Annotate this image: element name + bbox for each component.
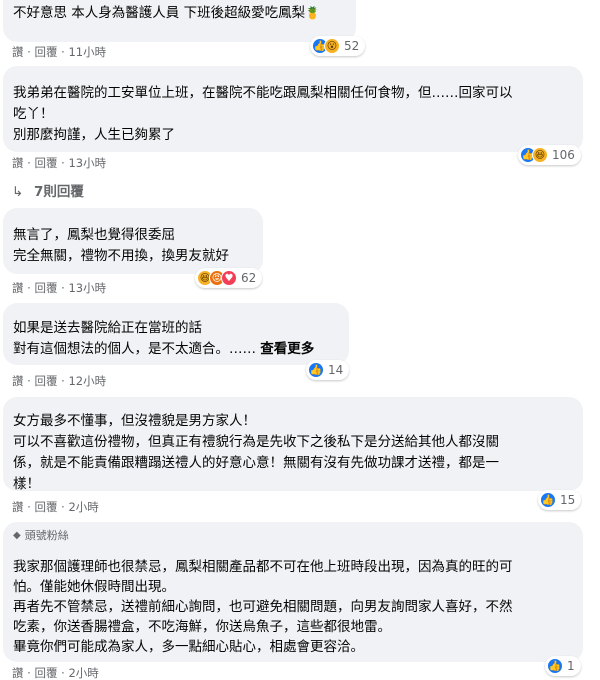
- reaction-count: 1: [567, 659, 575, 673]
- timestamp[interactable]: 13小時: [68, 156, 106, 170]
- timestamp[interactable]: 11小時: [68, 45, 106, 59]
- like-link[interactable]: 讚: [12, 374, 24, 388]
- comment-text: 女方最多不懂事，但沒禮貌是男方家人！ 可以不喜歡這份禮物，但真正有禮貌行為是先收…: [13, 413, 499, 492]
- comment-author[interactable]: [13, 65, 573, 77]
- timestamp[interactable]: 13小時: [68, 281, 106, 295]
- comment-text: 不好意思 本人身為醫護人員 下班後超級愛吃鳳梨🍍: [13, 5, 321, 21]
- diamond-icon: ◆: [13, 529, 21, 541]
- like-icon: 👍: [547, 658, 563, 674]
- reply-link[interactable]: 回覆: [34, 666, 57, 680]
- timestamp[interactable]: 12小時: [68, 374, 106, 388]
- see-more-link[interactable]: 查看更多: [260, 341, 314, 357]
- reaction-count: 14: [328, 363, 344, 377]
- reaction-count: 106: [552, 148, 575, 162]
- reaction-count: 15: [560, 493, 576, 507]
- reply-link[interactable]: 回覆: [34, 281, 57, 295]
- reply-arrow-icon: ↳: [12, 184, 24, 200]
- reaction-summary[interactable]: 👍 14: [306, 360, 350, 380]
- like-link[interactable]: 讚: [12, 500, 24, 514]
- like-link[interactable]: 讚: [12, 156, 24, 170]
- comment-text: 無言了，鳳梨也覺得很委屈 完全無關，禮物不用換，換男友就好: [13, 227, 229, 264]
- view-replies-link[interactable]: ↳ 7則回覆: [12, 180, 84, 200]
- comment-author[interactable]: [13, 545, 573, 557]
- like-icon: 👍: [540, 492, 556, 508]
- reply-link[interactable]: 回覆: [34, 374, 57, 388]
- comment-text: 我家那個護理師也很禁忌，鳳梨相關產品都不可在他上班時段出現，因為真的旺的可 怕。…: [13, 559, 513, 655]
- comment-bubble: 我弟弟在醫院的工安單位上班，在醫院不能吃跟鳳梨相關任何食物，但……回家可以 吃丫…: [3, 66, 583, 152]
- reaction-summary[interactable]: 👍 😆 106: [518, 145, 581, 165]
- reaction-summary[interactable]: 👍 1: [545, 656, 581, 676]
- comment-bubble: 女方最多不懂事，但沒禮貌是男方家人！ 可以不喜歡這份禮物，但真正有禮貌行為是先收…: [3, 396, 583, 492]
- reply-link[interactable]: 回覆: [34, 156, 57, 170]
- comment-actions: 讚 · 回覆 · 11小時: [12, 45, 107, 59]
- comment-actions: 讚 · 回覆 · 12小時: [12, 374, 107, 388]
- comment-actions: 讚 · 回覆 · 2小時: [12, 666, 99, 680]
- love-icon: ♥: [221, 270, 237, 286]
- timestamp[interactable]: 2小時: [68, 666, 98, 680]
- comment-bubble: 不好意思 本人身為醫護人員 下班後超級愛吃鳳梨🍍: [3, 0, 356, 42]
- wow-icon: 😮: [324, 38, 340, 54]
- reaction-summary[interactable]: 👍 15: [538, 490, 582, 510]
- comment-text: 如果是送去醫院給正在當班的話 對有這個想法的個人，是不太適合。…… 查看更多: [13, 320, 315, 357]
- reaction-count: 52: [344, 39, 360, 53]
- like-link[interactable]: 讚: [12, 281, 24, 295]
- comment-actions: 讚 · 回覆 · 2小時: [12, 500, 99, 514]
- reaction-summary[interactable]: 👍 😮 52: [310, 36, 366, 56]
- timestamp[interactable]: 2小時: [68, 500, 98, 514]
- comment-text: 我弟弟在醫院的工安單位上班，在醫院不能吃跟鳳梨相關任何食物，但……回家可以 吃丫…: [13, 85, 513, 143]
- comment-bubble: 無言了，鳳梨也覺得很委屈 完全無關，禮物不用換，換男友就好: [3, 208, 263, 274]
- pineapple-emoji: 🍍: [305, 6, 321, 20]
- comment-actions: 讚 · 回覆 · 13小時: [12, 156, 107, 170]
- comment-author[interactable]: [13, 396, 573, 408]
- like-link[interactable]: 讚: [12, 666, 24, 680]
- like-icon: 👍: [308, 362, 324, 378]
- comment-bubble: 如果是送去醫院給正在當班的話 對有這個想法的個人，是不太適合。…… 查看更多: [3, 303, 349, 365]
- top-fan-badge[interactable]: ◆ 頭號粉絲: [13, 527, 573, 543]
- haha-icon: 😆: [532, 147, 548, 163]
- reaction-summary[interactable]: 😆 😡 ♥ 62: [195, 268, 263, 288]
- comment-author[interactable]: [13, 207, 253, 219]
- comment-actions: 讚 · 回覆 · 13小時: [12, 281, 107, 295]
- reaction-count: 62: [241, 271, 257, 285]
- reply-link[interactable]: 回覆: [34, 500, 57, 514]
- comment-author[interactable]: [13, 302, 339, 314]
- like-link[interactable]: 讚: [12, 45, 24, 59]
- comment-bubble: ◆ 頭號粉絲 我家那個護理師也很禁忌，鳳梨相關產品都不可在他上班時段出現，因為真…: [3, 522, 583, 662]
- reply-link[interactable]: 回覆: [34, 45, 57, 59]
